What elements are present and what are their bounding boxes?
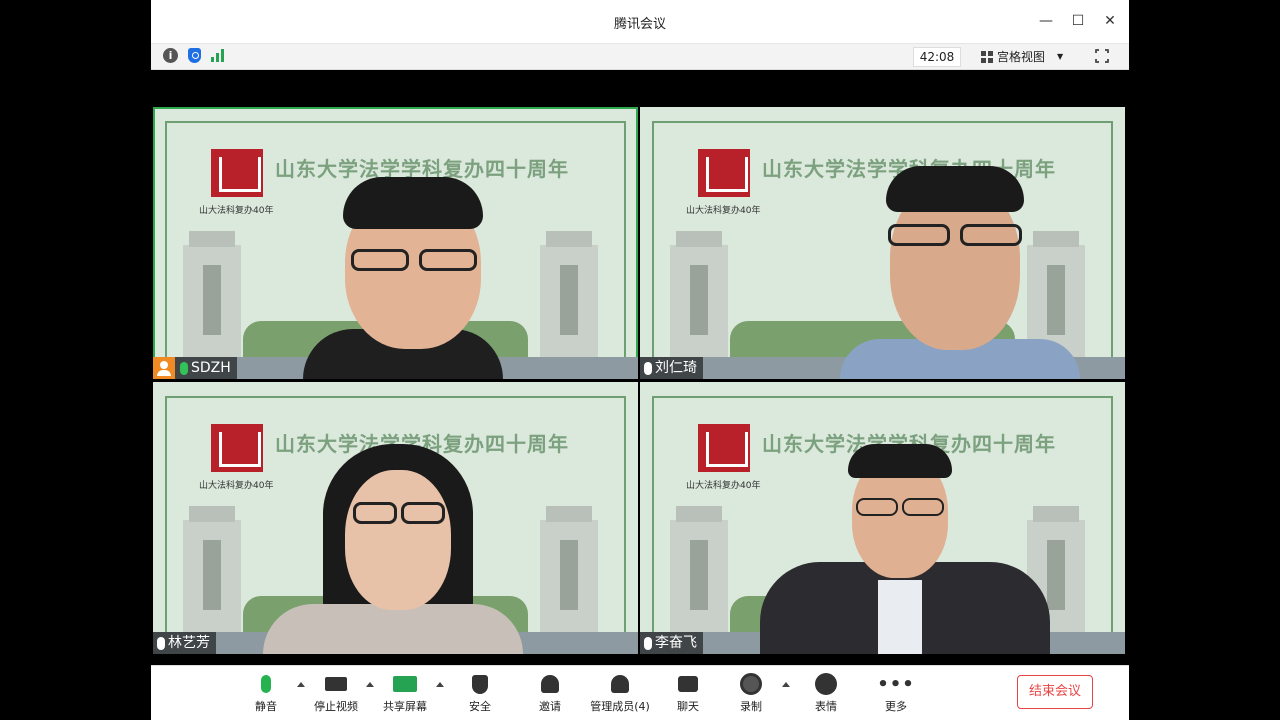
video-tile[interactable]: 山大法科复办40年 山东大学法学学科复办四十周年 SDZH: [153, 107, 638, 379]
building-image: [670, 231, 728, 357]
members-icon: [611, 675, 629, 693]
maximize-button[interactable]: ☐: [1069, 12, 1087, 30]
participant-video: [263, 424, 523, 654]
record-options-caret[interactable]: [782, 682, 790, 687]
mute-label: 静音: [255, 700, 277, 713]
view-mode-dropdown[interactable]: 宫格视图 ▼: [981, 47, 1077, 67]
meeting-timer: 42:08: [913, 47, 961, 67]
participant-video: [760, 414, 1050, 654]
video-tile[interactable]: 山大法科复办40年 山东大学法学学科复办四十周年 李奋飞: [640, 382, 1125, 654]
signal-icon[interactable]: [211, 49, 224, 62]
building-image: [183, 231, 241, 357]
video-grid: 山大法科复办40年 山东大学法学学科复办四十周年 SDZH 山大法科复办40年 …: [151, 70, 1129, 665]
window-title: 腾讯会议: [613, 17, 666, 32]
reactions-button[interactable]: 表情: [791, 670, 861, 718]
participant-name-tag: SDZH: [153, 357, 237, 379]
invite-button[interactable]: 邀请: [515, 670, 585, 718]
logo-image: [211, 149, 263, 197]
minimize-button[interactable]: —: [1037, 12, 1055, 30]
record-icon: [740, 673, 762, 695]
building-image: [670, 506, 728, 632]
manage-members-button[interactable]: 管理成员(4): [581, 670, 659, 718]
participant-name: SDZH: [191, 360, 231, 376]
participant-video: [830, 144, 1090, 379]
video-tile[interactable]: 山大法科复办40年 山东大学法学学科复办四十周年 林艺芳: [153, 382, 638, 654]
invite-label: 邀请: [539, 700, 561, 713]
building-image: [183, 506, 241, 632]
reactions-label: 表情: [815, 700, 837, 713]
participant-name-tag: 林艺芳: [153, 632, 216, 654]
video-camera-icon: [325, 677, 347, 691]
security-label: 安全: [469, 700, 491, 713]
shield-icon: [472, 674, 488, 694]
fullscreen-icon[interactable]: [1094, 48, 1110, 64]
window-controls: — ☐ ✕: [1037, 12, 1119, 30]
participant-name: 刘仁琦: [655, 360, 697, 376]
logo-caption: 山大法科复办40年: [199, 206, 274, 216]
record-button[interactable]: 录制: [716, 670, 786, 718]
chat-label: 聊天: [677, 700, 699, 713]
info-bar: i 42:08 宫格视图 ▼: [151, 44, 1129, 70]
participant-name: 林艺芳: [168, 635, 210, 651]
view-mode-label: 宫格视图: [997, 50, 1046, 64]
logo-caption: 山大法科复办40年: [686, 481, 761, 491]
more-icon: •••: [877, 673, 915, 695]
stop-video-button[interactable]: 停止视频: [301, 670, 371, 718]
participant-name-tag: 刘仁琦: [640, 357, 703, 379]
chat-button[interactable]: 聊天: [653, 670, 723, 718]
microphone-icon: [644, 636, 652, 650]
meeting-window: 腾讯会议 — ☐ ✕ i 42:08 宫格视图 ▼ 山大法科复办40年 山东大学…: [151, 0, 1129, 720]
chevron-down-icon: ▼: [1057, 52, 1064, 61]
end-meeting-button[interactable]: 结束会议: [1017, 675, 1093, 709]
emoji-icon: [815, 673, 837, 695]
mute-button[interactable]: 静音: [231, 670, 301, 718]
microphone-icon: [157, 636, 165, 650]
meeting-toolbar: 静音 停止视频 共享屏幕 安全 邀请 管理成员(4) 聊天 录制 表情 ••• …: [151, 665, 1129, 720]
participant-name: 李奋飞: [655, 635, 697, 651]
share-screen-button[interactable]: 共享屏幕: [370, 670, 440, 718]
microphone-icon: [180, 361, 188, 375]
host-icon: [153, 357, 175, 379]
more-label: 更多: [885, 700, 907, 713]
chat-icon: [678, 676, 698, 692]
share-screen-label: 共享屏幕: [383, 700, 427, 713]
logo-image: [698, 424, 750, 472]
grid-view-icon: [981, 51, 993, 63]
microphone-icon: [644, 361, 652, 375]
participant-video: [283, 149, 523, 379]
add-user-icon: [541, 675, 559, 693]
building-image: [540, 506, 598, 632]
participant-name-tag: 李奋飞: [640, 632, 703, 654]
stop-video-label: 停止视频: [314, 700, 358, 713]
more-button[interactable]: ••• 更多: [861, 670, 931, 718]
shield-icon[interactable]: [188, 48, 201, 63]
share-screen-icon: [393, 676, 417, 692]
title-bar: 腾讯会议 — ☐ ✕: [151, 0, 1129, 44]
security-button[interactable]: 安全: [445, 670, 515, 718]
close-button[interactable]: ✕: [1101, 12, 1119, 30]
video-tile[interactable]: 山大法科复办40年 山东大学法学学科复办四十周年 刘仁琦: [640, 107, 1125, 379]
share-options-caret[interactable]: [436, 682, 444, 687]
logo-caption: 山大法科复办40年: [686, 206, 761, 216]
manage-members-label: 管理成员(4): [590, 700, 650, 713]
microphone-icon: [261, 675, 271, 693]
record-label: 录制: [740, 700, 762, 713]
info-icon[interactable]: i: [163, 48, 178, 63]
logo-image: [211, 424, 263, 472]
logo-image: [698, 149, 750, 197]
building-image: [540, 231, 598, 357]
